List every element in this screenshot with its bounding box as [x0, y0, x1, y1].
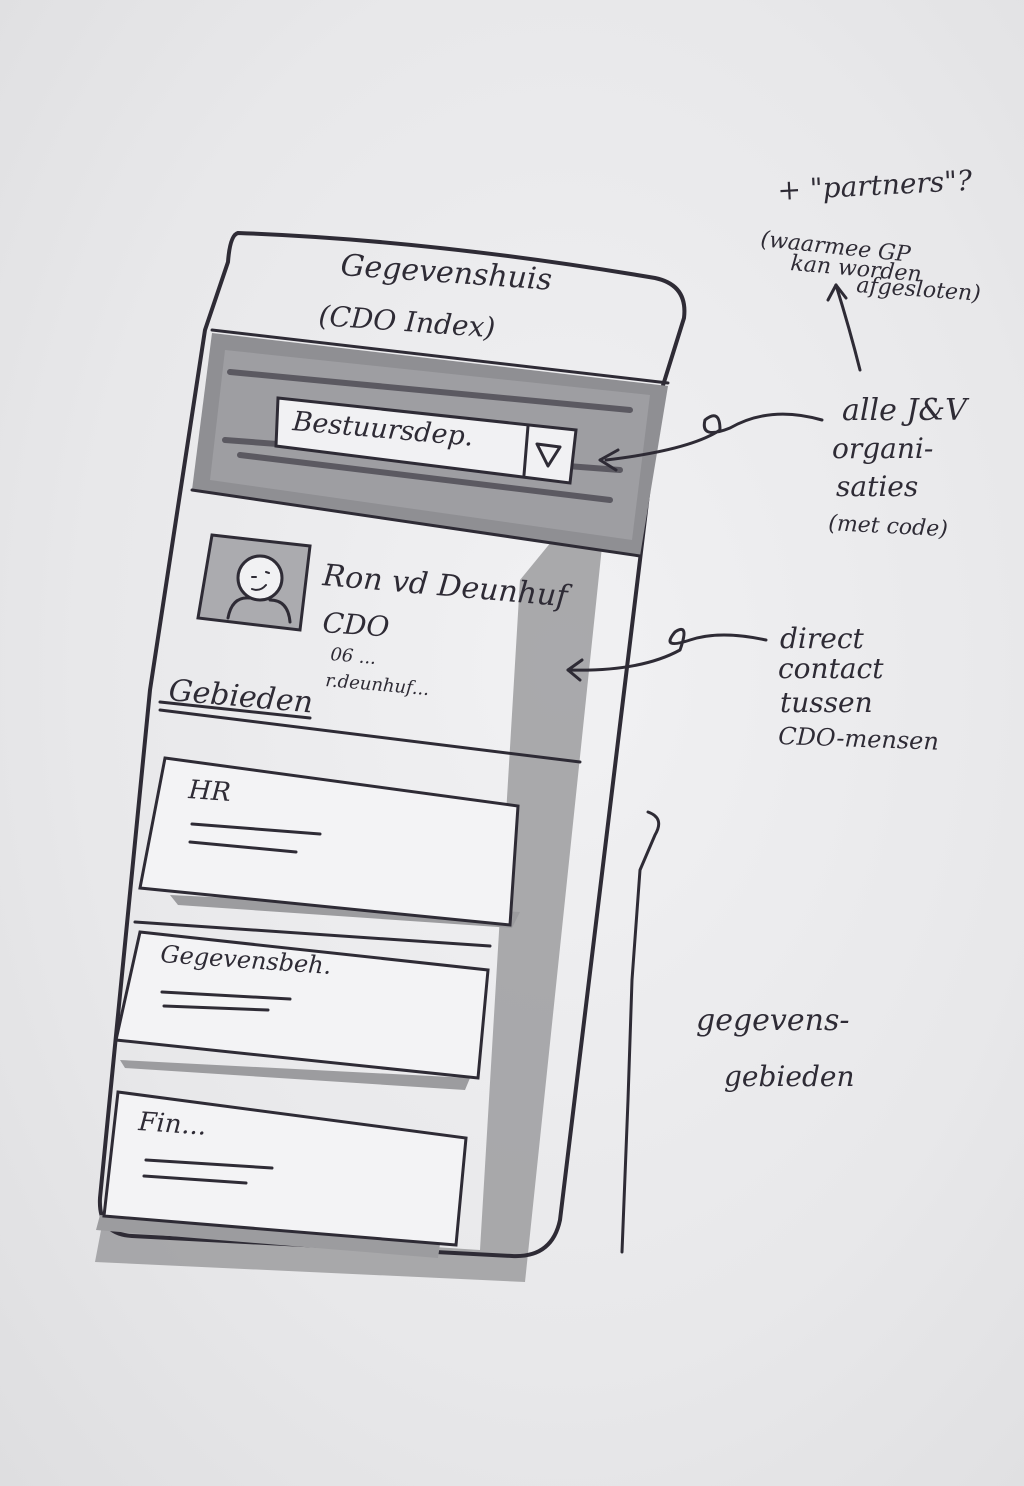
annotation-orgs: alle J&V: [842, 393, 970, 428]
area-card-label: HR: [187, 775, 232, 808]
annotation-partners-note: afgesloten): [856, 273, 982, 307]
annotation-contact: tussen: [780, 686, 873, 719]
annotation-orgs: (met code): [828, 511, 949, 542]
annotation-orgs: saties: [836, 470, 918, 503]
contact-role: CDO: [322, 606, 391, 644]
annotation-areas: gebieden: [724, 1060, 854, 1093]
area-card-label: Fin...: [137, 1107, 208, 1142]
contact-email[interactable]: r.deunhuf...: [325, 670, 431, 700]
annotation-orgs: organi-: [832, 432, 933, 465]
arrow-contact: [566, 627, 768, 672]
annotation-contact: CDO-mensen: [778, 722, 940, 756]
annotation-contact: direct: [780, 622, 865, 655]
bracket-areas: [620, 810, 661, 1254]
annotation-contact: contact: [778, 652, 884, 685]
page-subtitle: (CDO Index): [318, 299, 497, 344]
page-title: Gegevenshuis: [339, 248, 553, 298]
avatar: [196, 533, 312, 632]
annotation-partners: + "partners"?: [777, 164, 974, 207]
wireframe-sketch: Gegevenshuis (CDO Index) Bestuursdep. Ro…: [95, 164, 982, 1282]
annotation-areas: gegevens-: [696, 1003, 849, 1038]
contact-phone[interactable]: 06 ...: [330, 644, 377, 669]
